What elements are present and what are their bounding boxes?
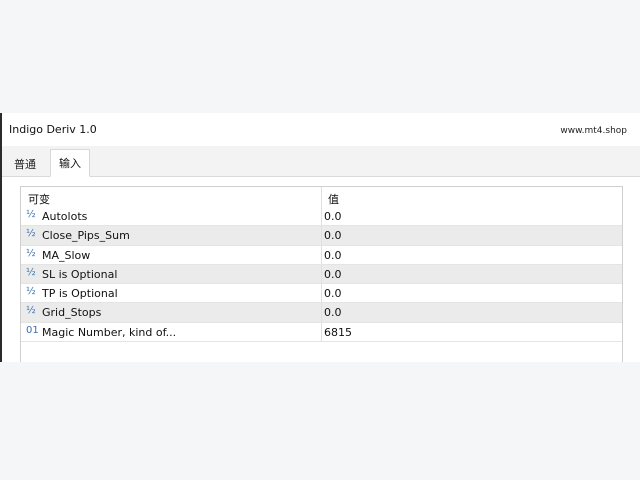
parameter-value[interactable]: 0.0 (324, 287, 342, 300)
parameter-value[interactable]: 0.0 (324, 249, 342, 262)
column-divider (321, 245, 322, 264)
table-row[interactable]: 01 Magic Number, kind of... 6815 (21, 322, 622, 343)
table-row[interactable]: ½ Grid_Stops 0.0 (21, 303, 622, 323)
parameter-value[interactable]: 0.0 (324, 210, 342, 223)
column-divider (321, 264, 322, 284)
tab-bar: 普通 输入 (2, 146, 640, 177)
column-divider (321, 187, 322, 207)
parameter-name: SL is Optional (42, 267, 118, 281)
double-type-icon: ½ (26, 228, 36, 240)
tab-general[interactable]: 普通 (6, 152, 44, 177)
table-header: 可变 值 (21, 187, 622, 207)
column-divider (321, 207, 322, 226)
table-row[interactable]: ½ SL is Optional 0.0 (21, 264, 622, 285)
screen-background: Indigo Deriv 1.0 www.mt4.shop 普通 输入 可变 值… (0, 0, 640, 480)
column-divider (321, 284, 322, 303)
parameter-name: Autolots (42, 210, 88, 223)
parameter-name: TP is Optional (42, 287, 118, 301)
table-row[interactable]: ½ Autolots 0.0 (21, 207, 622, 227)
parameter-name: Grid_Stops (42, 306, 102, 320)
parameter-name: MA_Slow (42, 248, 91, 262)
double-type-icon: ½ (26, 247, 36, 259)
parameter-name: Close_Pips_Sum (42, 229, 130, 243)
integer-type-icon: 01 (26, 324, 39, 336)
table-row[interactable]: ½ Close_Pips_Sum 0.0 (21, 226, 622, 246)
column-divider (321, 322, 322, 342)
table-body: ½ Autolots 0.0 ½ Close_Pips_Sum 0.0 ½ MA… (21, 207, 622, 343)
expert-properties-window: Indigo Deriv 1.0 www.mt4.shop 普通 输入 可变 值… (0, 113, 640, 362)
inputs-table: 可变 值 ½ Autolots 0.0 ½ Close_Pips_Sum 0.0 (20, 186, 623, 362)
double-type-icon: ½ (26, 266, 36, 278)
tab-inputs[interactable]: 输入 (50, 149, 90, 177)
column-divider (321, 226, 322, 245)
window-title: Indigo Deriv 1.0 (9, 123, 97, 136)
parameter-name: Magic Number, kind of... (42, 325, 177, 339)
parameter-value[interactable]: 0.0 (324, 229, 342, 242)
double-type-icon: ½ (26, 305, 36, 317)
column-header-value[interactable]: 值 (328, 191, 339, 207)
title-bar: Indigo Deriv 1.0 www.mt4.shop (2, 113, 640, 146)
parameter-value[interactable]: 6815 (324, 326, 352, 339)
table-row[interactable]: ½ TP is Optional 0.0 (21, 284, 622, 304)
site-watermark: www.mt4.shop (560, 126, 627, 136)
table-row[interactable]: ½ MA_Slow 0.0 (21, 245, 622, 265)
double-type-icon: ½ (26, 209, 36, 220)
parameter-value[interactable]: 0.0 (324, 306, 342, 319)
double-type-icon: ½ (26, 286, 36, 298)
column-divider (321, 303, 322, 322)
column-header-variable[interactable]: 可变 (28, 191, 50, 207)
parameter-value[interactable]: 0.0 (324, 268, 342, 281)
